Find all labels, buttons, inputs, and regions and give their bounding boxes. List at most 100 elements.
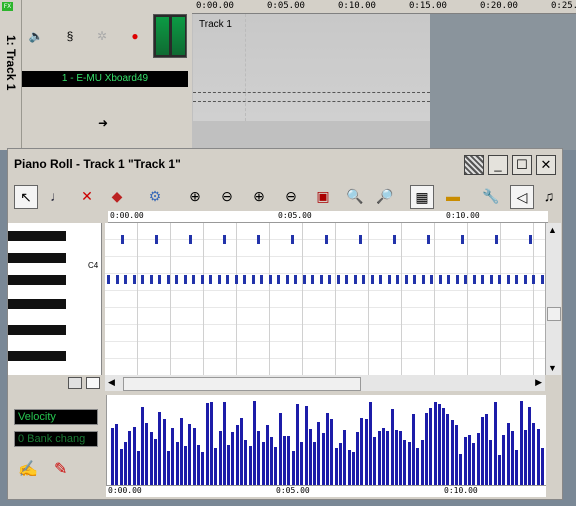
velocity-bar[interactable] — [218, 430, 222, 485]
velocity-bar[interactable] — [115, 424, 119, 485]
fx-badge[interactable]: FX — [2, 2, 13, 11]
velocity-bar[interactable] — [119, 448, 123, 485]
midi-note[interactable] — [396, 275, 399, 284]
midi-note[interactable] — [370, 275, 374, 284]
scroll-right-icon[interactable]: ▶ — [535, 377, 542, 388]
keyboard-view-icon[interactable] — [68, 377, 82, 389]
speaker-icon[interactable]: ◁ — [510, 185, 534, 209]
empty-track-area[interactable] — [430, 14, 576, 150]
black-key[interactable] — [8, 231, 66, 241]
velocity-bar[interactable] — [205, 403, 209, 485]
midi-note[interactable] — [251, 275, 255, 284]
velocity-bar[interactable] — [510, 430, 514, 485]
velocity-bar[interactable] — [158, 412, 162, 485]
midi-note[interactable] — [294, 275, 297, 284]
velocity-bar[interactable] — [360, 417, 364, 485]
midi-note[interactable] — [192, 275, 195, 284]
black-key[interactable] — [8, 299, 66, 309]
bank-select[interactable]: 0 Bank chang — [14, 431, 98, 447]
velocity-bar[interactable] — [235, 424, 239, 485]
scroll-down-icon[interactable]: ▼ — [548, 363, 557, 373]
midi-input-selector[interactable]: 1 - E-MU Xboard49 — [22, 71, 188, 87]
loop-icon[interactable]: § — [62, 28, 78, 44]
midi-note[interactable] — [421, 275, 425, 284]
velocity-bar[interactable] — [515, 450, 519, 485]
midi-note[interactable] — [430, 275, 433, 284]
velocity-bar[interactable] — [175, 442, 179, 485]
scroll-up-icon[interactable]: ▲ — [548, 225, 557, 235]
velocity-bar[interactable] — [222, 402, 226, 485]
velocity-bar[interactable] — [128, 430, 132, 485]
velocity-bar[interactable] — [278, 412, 282, 485]
midi-note[interactable] — [523, 275, 527, 284]
midi-note[interactable] — [515, 275, 518, 284]
velocity-bar[interactable] — [390, 408, 394, 485]
zoom-out-vertical-icon[interactable]: ⊖ — [280, 185, 302, 207]
zoom-out-horizontal-icon[interactable]: ⊖ — [216, 185, 238, 207]
velocity-bar[interactable] — [369, 402, 372, 485]
velocity-bar[interactable] — [261, 442, 265, 485]
midi-note[interactable] — [506, 275, 510, 284]
midi-note[interactable] — [311, 275, 314, 284]
restore-icon[interactable] — [464, 155, 484, 175]
midi-note[interactable] — [277, 275, 280, 284]
scroll-thumb[interactable] — [547, 307, 561, 321]
velocity-bar[interactable] — [377, 430, 381, 485]
midi-note[interactable] — [393, 235, 396, 244]
velocity-bar[interactable] — [343, 430, 347, 485]
velocity-bar[interactable] — [304, 406, 308, 485]
velocity-bar[interactable] — [209, 401, 213, 485]
velocity-bar[interactable] — [519, 400, 523, 485]
velocity-bar[interactable] — [197, 445, 200, 485]
velocity-bar[interactable] — [291, 450, 295, 485]
midi-note[interactable] — [121, 235, 124, 244]
velocity-bar[interactable] — [442, 407, 446, 485]
pane-toggle-icon[interactable] — [86, 377, 100, 389]
velocity-bar[interactable] — [399, 430, 403, 485]
midi-note[interactable] — [472, 275, 476, 284]
velocity-bar[interactable] — [188, 424, 192, 485]
midi-note[interactable] — [464, 275, 467, 284]
velocity-bar[interactable] — [231, 431, 235, 485]
midi-note[interactable] — [447, 275, 450, 284]
midi-note[interactable] — [455, 275, 459, 284]
midi-note[interactable] — [291, 235, 294, 244]
zoom-in-horizontal-icon[interactable]: ⊕ — [184, 185, 206, 207]
speaker-icon[interactable]: 🔈 — [28, 28, 44, 44]
midi-note[interactable] — [481, 275, 484, 284]
midi-note[interactable] — [175, 275, 178, 284]
velocity-bar[interactable] — [149, 432, 153, 485]
midi-note[interactable] — [379, 275, 382, 284]
midi-note[interactable] — [243, 275, 246, 284]
midi-note[interactable] — [217, 275, 221, 284]
midi-note[interactable] — [495, 235, 498, 244]
velocity-bar[interactable] — [141, 406, 145, 485]
scrub-tool-icon[interactable]: ◆ — [106, 185, 128, 207]
velocity-bar[interactable] — [424, 412, 428, 485]
timeline-ruler[interactable]: 0:00.00 0:05.00 0:10.00 0:15.00 0:20.00 0:25.… — [192, 0, 576, 14]
track-name[interactable]: 1: Track 1 — [0, 28, 22, 98]
velocity-bar[interactable] — [455, 424, 458, 485]
ruler-icon[interactable]: ▬ — [442, 185, 464, 207]
velocity-bar[interactable] — [338, 442, 342, 485]
grid-icon[interactable]: ▦ — [410, 185, 434, 209]
black-key[interactable] — [8, 253, 66, 263]
velocity-bar[interactable] — [480, 417, 484, 485]
velocity-bar[interactable] — [257, 430, 261, 485]
midi-note[interactable] — [362, 275, 365, 284]
velocity-bar[interactable] — [373, 437, 377, 485]
velocity-bar[interactable] — [132, 427, 136, 485]
midi-note[interactable] — [141, 275, 144, 284]
velocity-bar[interactable] — [493, 402, 497, 485]
midi-clip[interactable]: Track 1 — [193, 14, 430, 121]
velocity-bar[interactable] — [489, 440, 493, 485]
velocity-bar[interactable] — [394, 430, 398, 485]
velocity-bar[interactable] — [502, 435, 506, 485]
velocity-bar[interactable] — [171, 427, 175, 485]
maximize-icon[interactable]: ☐ — [512, 155, 532, 175]
velocity-bar[interactable] — [476, 433, 480, 485]
velocity-bar[interactable] — [214, 448, 218, 485]
zoom-select-icon[interactable]: 🔎 — [374, 185, 396, 207]
midi-note[interactable] — [319, 275, 323, 284]
midi-note[interactable] — [498, 275, 501, 284]
